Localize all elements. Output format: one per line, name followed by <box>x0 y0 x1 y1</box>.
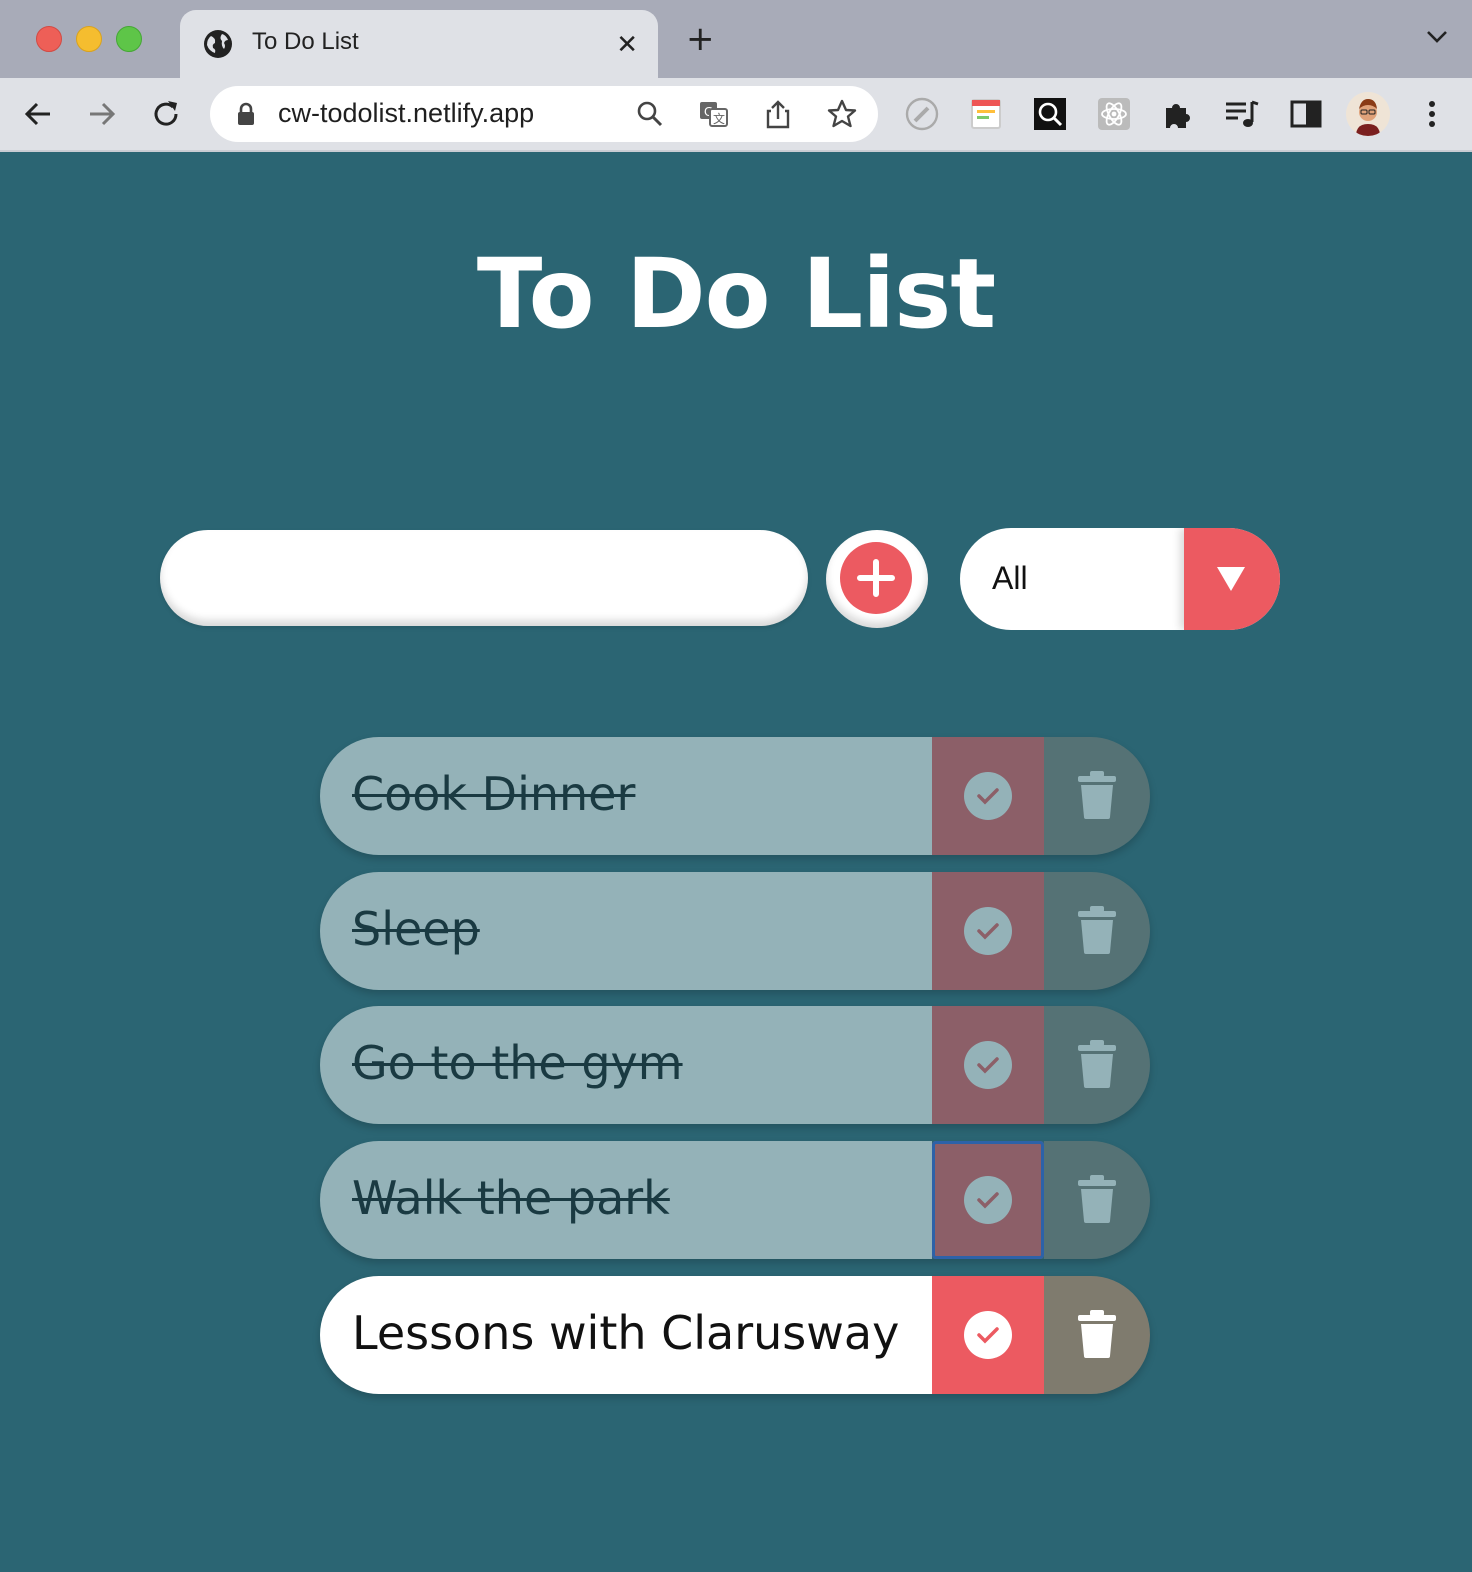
complete-button[interactable] <box>932 1006 1044 1124</box>
todo-item-text-area: Go to the gym <box>320 1006 932 1124</box>
check-circle-icon <box>964 1311 1012 1359</box>
share-icon[interactable] <box>762 98 794 130</box>
address-bar[interactable]: cw-todolist.netlify.app G 文 <box>210 86 878 142</box>
check-circle-icon <box>964 1176 1012 1224</box>
page-title: To Do List <box>476 238 996 350</box>
media-playlist-icon[interactable] <box>1222 94 1262 134</box>
todo-item-text-area: Walk the park <box>320 1141 932 1259</box>
browser-tab-active[interactable]: To Do List ✕ <box>180 10 658 78</box>
todo-item-text-area: Lessons with Clarusway <box>320 1276 932 1394</box>
profile-avatar[interactable] <box>1346 92 1390 136</box>
todo-item: Go to the gym <box>320 1006 1150 1124</box>
new-tab-button[interactable]: + <box>686 22 715 56</box>
zoom-extension-icon[interactable] <box>1030 94 1070 134</box>
puzzle-extensions-icon[interactable] <box>1158 94 1198 134</box>
add-todo-button[interactable] <box>826 530 928 628</box>
trash-icon <box>1078 1310 1116 1358</box>
trash-icon <box>1078 906 1116 954</box>
delete-button[interactable] <box>1044 1006 1150 1124</box>
forward-arrow-icon[interactable] <box>84 96 120 132</box>
delete-button[interactable] <box>1044 1276 1150 1394</box>
react-devtools-icon[interactable] <box>1094 94 1134 134</box>
complete-button[interactable] <box>932 1276 1044 1394</box>
globe-icon <box>204 30 232 58</box>
lock-icon <box>238 102 254 125</box>
todo-item-label: Sleep <box>352 902 480 956</box>
todo-item-label: Cook Dinner <box>352 767 636 821</box>
check-circle-icon <box>964 907 1012 955</box>
minimize-window-button[interactable] <box>76 26 102 52</box>
triangle-down-icon <box>1217 567 1245 591</box>
avatar-icon <box>1346 92 1390 136</box>
add-button-circle <box>840 542 912 614</box>
url-text: cw-todolist.netlify.app <box>278 98 535 128</box>
maximize-window-button[interactable] <box>116 26 142 52</box>
translate-icon[interactable]: G 文 <box>698 98 730 130</box>
todo-item-label: Go to the gym <box>352 1036 683 1090</box>
side-panel-icon[interactable] <box>1286 94 1326 134</box>
filter-dropdown-toggle[interactable] <box>1184 528 1280 630</box>
todo-item-label: Lessons with Clarusway <box>352 1306 900 1360</box>
browser-toolbar: cw-todolist.netlify.app G 文 <box>0 78 1472 152</box>
kebab-menu-icon[interactable] <box>1412 94 1452 134</box>
reload-icon[interactable] <box>148 96 184 132</box>
pen-extension-icon[interactable] <box>902 94 942 134</box>
trash-icon <box>1078 1175 1116 1223</box>
todo-item-text-area: Cook Dinner <box>320 737 932 855</box>
todo-item: Cook Dinner <box>320 737 1150 855</box>
todo-item: Lessons with Clarusway <box>320 1276 1150 1394</box>
tab-close-button[interactable]: ✕ <box>616 30 638 60</box>
todo-input[interactable] <box>160 530 808 626</box>
delete-button[interactable] <box>1044 737 1150 855</box>
filter-selected-value: All <box>992 560 1028 596</box>
bookmark-star-icon[interactable] <box>826 98 858 130</box>
plus-icon <box>857 559 895 597</box>
delete-button[interactable] <box>1044 872 1150 990</box>
tab-title: To Do List <box>252 28 359 55</box>
complete-button[interactable] <box>932 737 1044 855</box>
notes-extension-icon[interactable] <box>966 94 1006 134</box>
chevron-down-icon[interactable] <box>1426 30 1448 44</box>
todo-item-label: Walk the park <box>352 1171 670 1225</box>
trash-icon <box>1078 771 1116 819</box>
check-circle-icon <box>964 1041 1012 1089</box>
todo-item-text-area: Sleep <box>320 872 932 990</box>
search-icon[interactable] <box>634 98 666 130</box>
complete-button[interactable] <box>932 872 1044 990</box>
filter-select[interactable]: All <box>960 528 1280 630</box>
trash-icon <box>1078 1040 1116 1088</box>
browser-tabstrip: To Do List ✕ + <box>0 0 1472 78</box>
delete-button[interactable] <box>1044 1141 1150 1259</box>
svg-text:文: 文 <box>713 111 725 126</box>
back-arrow-icon[interactable] <box>20 96 56 132</box>
todo-item: Walk the park <box>320 1141 1150 1259</box>
complete-button[interactable] <box>932 1141 1044 1259</box>
close-window-button[interactable] <box>36 26 62 52</box>
todo-item: Sleep <box>320 872 1150 990</box>
check-circle-icon <box>964 772 1012 820</box>
